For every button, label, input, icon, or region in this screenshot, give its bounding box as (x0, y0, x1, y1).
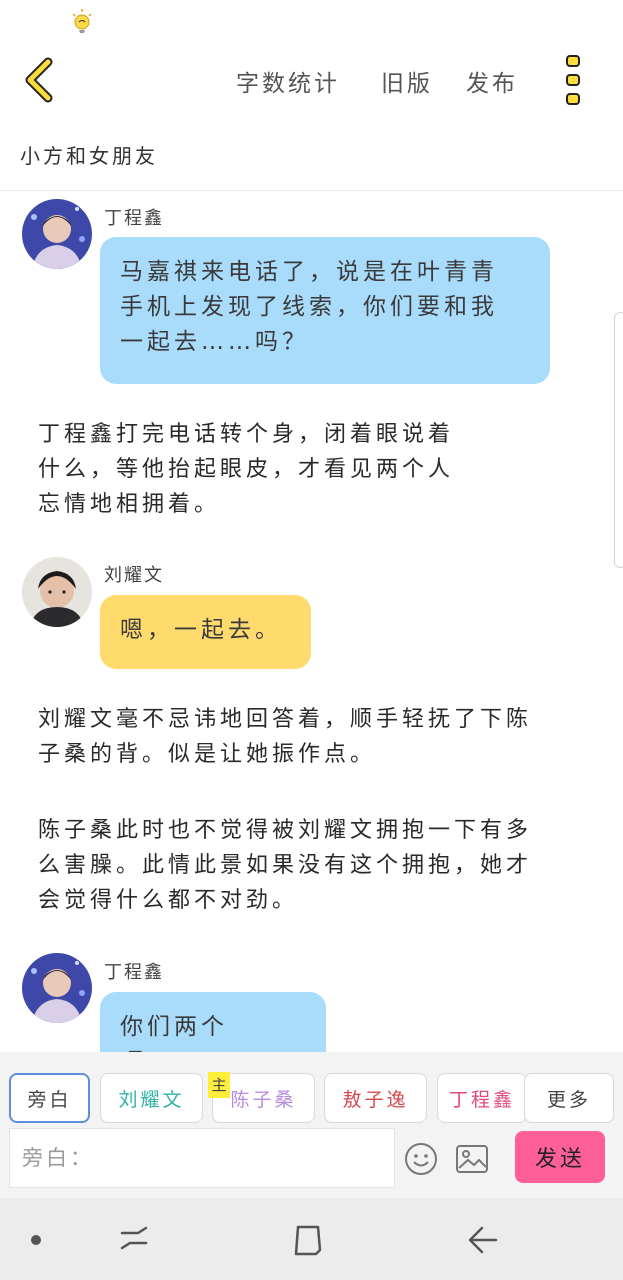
conversation-feed[interactable]: 丁程鑫 马嘉祺来电话了，说是在叶青青 手机上发现了线索，你们要和我 一起去……吗… (0, 191, 623, 1052)
publish-button[interactable]: 发布 (466, 64, 518, 98)
role-chip-ao[interactable]: 敖子逸 (324, 1073, 427, 1123)
role-chip-narration[interactable]: 旁白 (9, 1073, 90, 1123)
speaker-name: 刘耀文 (104, 565, 164, 586)
role-chip-ding[interactable]: 丁程鑫 (437, 1073, 527, 1123)
message-line: 手机上发现了线索，你们要和我 (120, 294, 498, 320)
narration-line: 刘耀文毫不忌讳地回答着，顺手轻抚了下陈 (38, 707, 533, 732)
message-line: 一起去……吗？ (120, 329, 309, 355)
message-input-box[interactable] (9, 1128, 395, 1188)
narration-block[interactable]: 丁程鑫打完电话转个身，闭着眼说着 什么，等他抬起眼皮，才看见两个人 忘情地相拥着… (38, 417, 454, 522)
old-version-button[interactable]: 旧版 (381, 64, 433, 98)
scrollbar[interactable] (614, 312, 623, 568)
smiley-icon[interactable] (404, 1142, 438, 1176)
main-role-tag: 主 (208, 1072, 230, 1098)
narration-block[interactable]: 刘耀文毫不忌讳地回答着，顺手轻抚了下陈 子桑的背。似是让她振作点。 (38, 702, 532, 772)
message-line: 马嘉祺来电话了，说是在叶青青 (120, 259, 498, 285)
avatar[interactable] (22, 199, 92, 269)
image-icon[interactable] (455, 1143, 489, 1175)
message-line: 你们两个呀…… (120, 1014, 228, 1052)
story-title[interactable]: 小方和女朋友 (20, 140, 158, 169)
more-vertical-icon[interactable] (558, 52, 588, 108)
narration-line: 陈子桑此时也不觉得被刘耀文拥抱一下有多 (38, 818, 533, 843)
narration-line: 什么，等他抬起眼皮，才看见两个人 (38, 457, 455, 482)
recent-apps-icon[interactable] (118, 1224, 150, 1256)
status-bar (0, 0, 623, 40)
back-arrow-icon[interactable] (466, 1224, 498, 1256)
message-bubble[interactable]: 你们两个呀…… (100, 992, 326, 1052)
narration-line: 么害臊。此情此景如果没有这个拥抱，她才 (38, 853, 533, 878)
top-bar: 字数统计 旧版 发布 (0, 44, 623, 116)
composer-panel: 旁白 刘耀文 陈子桑 主 敖子逸 丁程鑫 更多 发送 (0, 1052, 623, 1198)
avatar[interactable] (22, 953, 92, 1023)
message-bubble[interactable]: 嗯，一起去。 (100, 595, 311, 669)
narration-line: 会觉得什么都不对劲。 (38, 888, 299, 913)
message-input[interactable] (10, 1129, 394, 1187)
more-roles-button[interactable]: 更多 (524, 1073, 614, 1123)
chevron-left-icon[interactable] (18, 54, 66, 104)
message-bubble[interactable]: 马嘉祺来电话了，说是在叶青青 手机上发现了线索，你们要和我 一起去……吗？ (100, 237, 550, 384)
message-line: 嗯，一起去。 (120, 617, 282, 643)
narration-line: 忘情地相拥着。 (38, 492, 221, 517)
dot-icon[interactable] (30, 1234, 42, 1246)
narration-block[interactable]: 陈子桑此时也不觉得被刘耀文拥抱一下有多 么害臊。此情此景如果没有这个拥抱，她才 … (38, 813, 532, 918)
home-icon[interactable] (292, 1224, 324, 1256)
role-chip-liu[interactable]: 刘耀文 (100, 1073, 203, 1123)
lightbulb-notification-icon (72, 9, 92, 33)
system-nav-bar (0, 1198, 623, 1280)
avatar[interactable] (22, 557, 92, 627)
send-button[interactable]: 发送 (515, 1131, 605, 1183)
word-count-button[interactable]: 字数统计 (236, 64, 340, 98)
narration-line: 子桑的背。似是让她振作点。 (38, 742, 377, 767)
narration-line: 丁程鑫打完电话转个身，闭着眼说着 (38, 422, 455, 447)
speaker-name: 丁程鑫 (104, 208, 164, 229)
speaker-name: 丁程鑫 (104, 962, 164, 983)
